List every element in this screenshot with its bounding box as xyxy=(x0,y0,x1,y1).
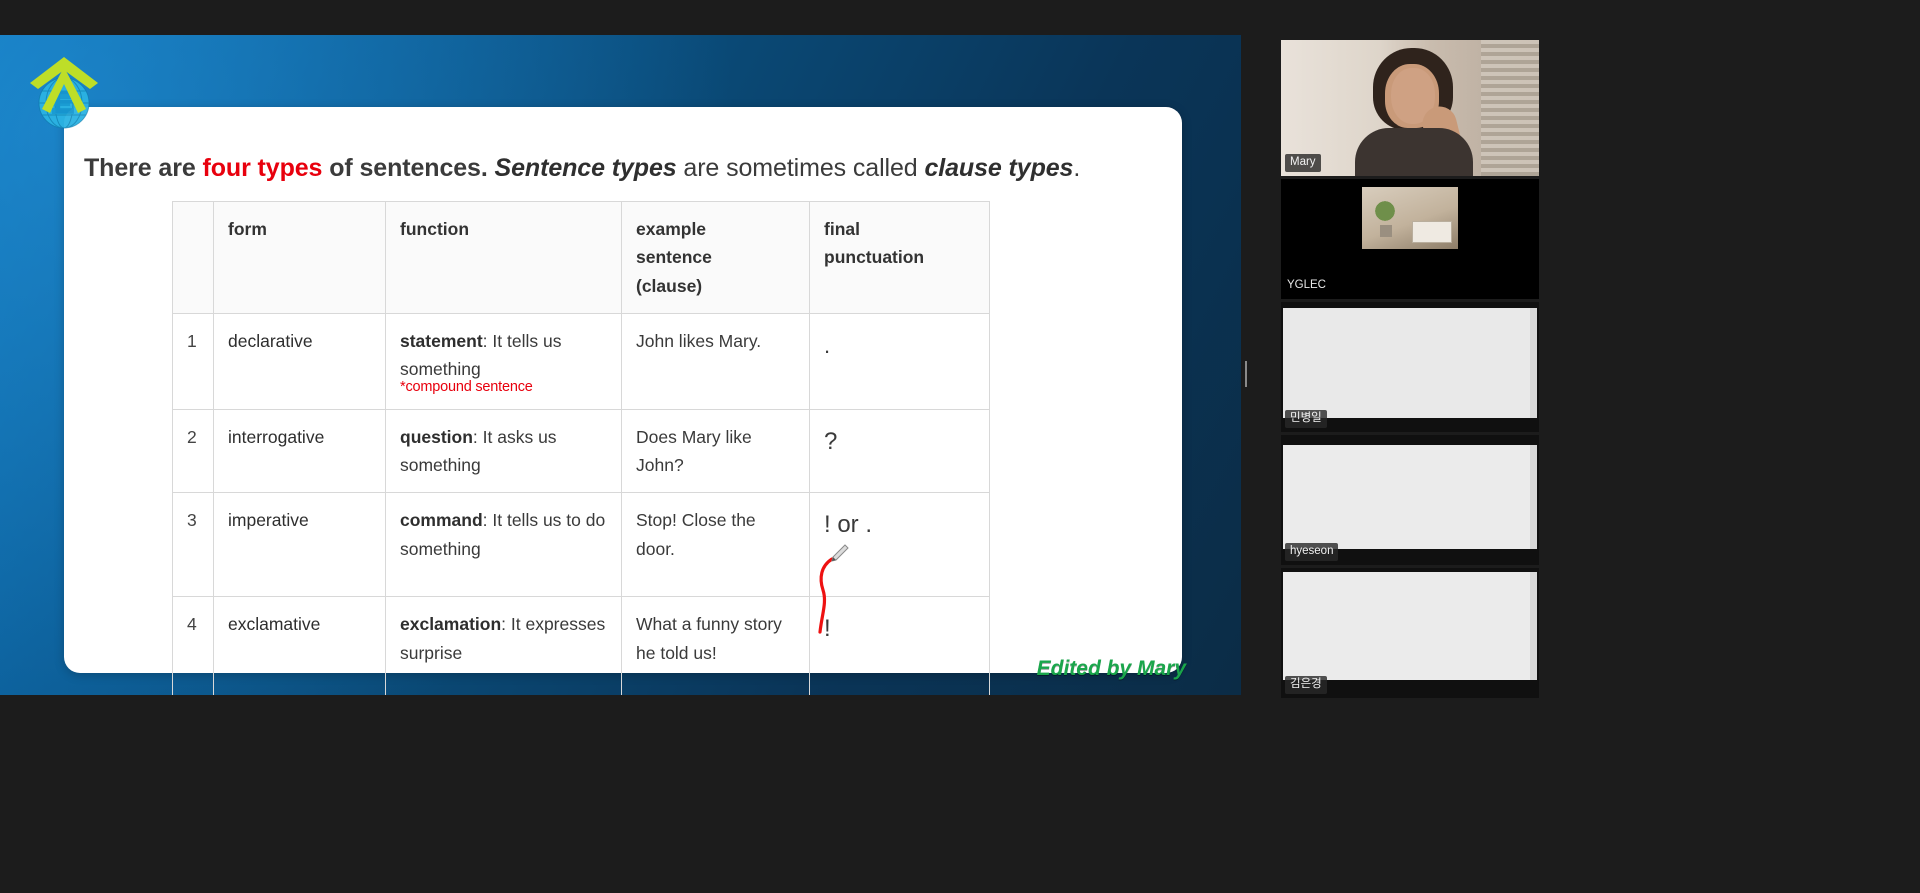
header-cell-number xyxy=(172,200,214,315)
window-blinds-decoration xyxy=(1481,40,1539,176)
row-1-function: statement: It tells us something *compou… xyxy=(385,313,622,410)
row-2-function-label: question xyxy=(400,426,473,447)
heading-part-4: . xyxy=(1073,154,1081,182)
table-row: 3 imperative command: It tells us to do … xyxy=(172,492,990,598)
header-example-line-1: example xyxy=(636,219,707,239)
participant-name-label: YGLEC xyxy=(1287,278,1326,291)
shared-document-preview xyxy=(1283,308,1537,418)
panel-decoration xyxy=(1412,221,1452,243)
row-1-punctuation-glyph: . xyxy=(824,333,831,359)
header-example-line-2: sentence xyxy=(636,247,712,268)
mary-torso xyxy=(1355,128,1473,176)
row-3-function: command: It tells us to do something xyxy=(385,492,622,598)
row-4-number: 4 xyxy=(172,596,214,695)
row-2-form: interrogative xyxy=(213,408,386,494)
sentence-types-table: form function example sentence (clause) … xyxy=(172,200,990,695)
heading-accent: four types xyxy=(202,154,323,182)
video-tile-hyeseon[interactable]: hyeseon xyxy=(1281,435,1539,565)
heading-italic-2: clause types xyxy=(924,154,1074,182)
zoom-meeting-window: E There are four types of sentences. Sen… xyxy=(0,0,1920,893)
table-body: 1 declarative statement: It tells us som… xyxy=(172,313,990,695)
participant-name-label: 민병일 xyxy=(1285,409,1327,428)
table-row: 1 declarative statement: It tells us som… xyxy=(172,313,990,410)
heading-italic-1: Sentence types xyxy=(494,154,677,182)
participant-filmstrip: Mary YGLEC 민병일 hyeseon 김은경 xyxy=(1281,40,1541,698)
row-1-example: John likes Mary. xyxy=(621,313,810,410)
row-4-function: exclamation: It expresses surprise xyxy=(385,596,622,695)
shared-screen-stage[interactable]: E There are four types of sentences. Sen… xyxy=(0,35,1241,695)
row-4-form: exclamative xyxy=(213,596,386,695)
shared-document-preview xyxy=(1283,445,1537,549)
header-cell-form: form xyxy=(213,200,386,315)
row-1-punctuation: . xyxy=(809,313,990,410)
participant-name-label: 김은경 xyxy=(1285,675,1327,694)
pot-decoration xyxy=(1380,225,1392,237)
row-1-function-label: statement xyxy=(400,331,483,352)
heading-part-3: are sometimes called xyxy=(676,154,925,182)
video-tile-mary[interactable]: Mary xyxy=(1281,40,1539,176)
table-row: 2 interrogative question: It asks us som… xyxy=(172,408,990,494)
row-3-number: 3 xyxy=(172,492,214,598)
row-1-form: declarative xyxy=(213,313,386,410)
participant-name-label: Mary xyxy=(1285,153,1321,172)
row-2-number: 2 xyxy=(172,408,214,494)
row-4-function-label: exclamation xyxy=(400,614,502,635)
slide-heading: There are four types of sentences. Sente… xyxy=(84,153,1164,183)
pen-cursor-icon xyxy=(831,544,849,562)
row-4-punctuation: ! xyxy=(809,596,990,695)
row-2-punctuation: ? xyxy=(809,408,990,494)
slide-credit: Edited by Mary xyxy=(1036,657,1186,680)
header-example-line-3: (clause) xyxy=(636,275,703,296)
row-1-number: 1 xyxy=(172,313,214,410)
table-header: form function example sentence (clause) … xyxy=(172,200,990,315)
slide-card: There are four types of sentences. Sente… xyxy=(64,107,1182,695)
heading-part-1: There are xyxy=(84,154,203,182)
table-row: 4 exclamative exclamation: It expresses … xyxy=(172,596,990,695)
table-header-row: form function example sentence (clause) … xyxy=(172,200,990,315)
row-1-annotation-note: *compound sentence xyxy=(400,378,533,395)
shared-document-preview xyxy=(1283,572,1537,680)
video-tile-minbyeongil[interactable]: 민병일 xyxy=(1281,302,1539,432)
header-cell-punctuation: final punctuation xyxy=(809,200,990,315)
participant-name-label: hyeseon xyxy=(1285,542,1339,561)
row-3-form: imperative xyxy=(213,492,386,598)
yglec-shared-thumbnail xyxy=(1362,187,1458,249)
row-4-example: What a funny story he told us! xyxy=(621,596,810,695)
video-tile-yglec[interactable]: YGLEC xyxy=(1281,179,1539,299)
header-punctuation-line-2: punctuation xyxy=(824,247,925,268)
header-cell-example: example sentence (clause) xyxy=(621,200,810,315)
row-3-example: Stop! Close the door. xyxy=(621,492,810,598)
share-resize-handle[interactable] xyxy=(1244,361,1248,387)
row-3-function-label: command xyxy=(400,510,483,531)
row-2-example: Does Mary like John? xyxy=(621,408,810,494)
header-cell-function: function xyxy=(385,200,622,315)
heading-part-2: of sentences. xyxy=(322,154,495,182)
row-2-function: question: It asks us something xyxy=(385,408,622,494)
video-tile-kimeungyeong[interactable]: 김은경 xyxy=(1281,568,1539,698)
header-punctuation-line-1: final xyxy=(824,219,860,239)
yglec-arrow-globe-logo: E xyxy=(28,53,100,133)
